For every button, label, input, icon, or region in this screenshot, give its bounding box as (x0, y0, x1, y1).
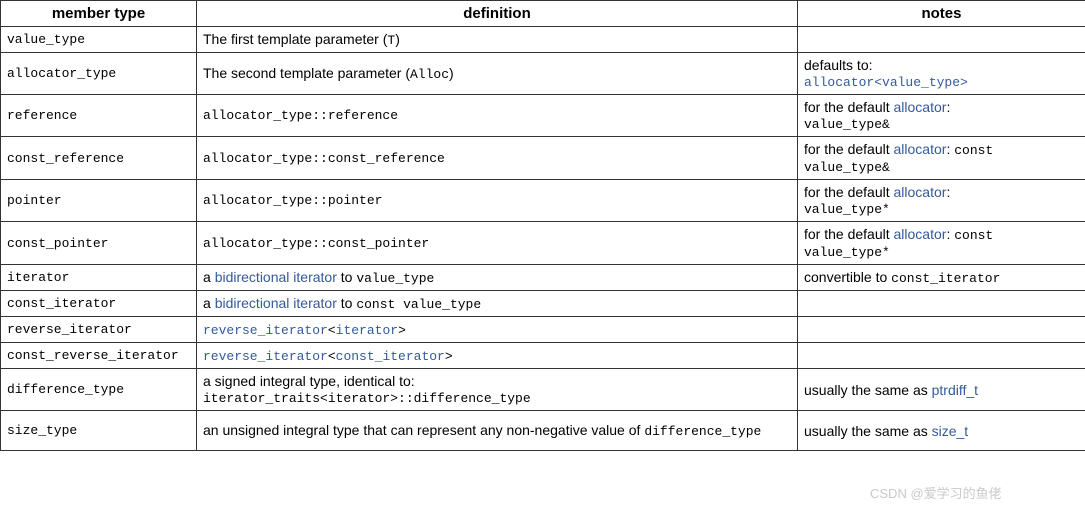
member-definition: reverse_iterator<iterator> (197, 317, 798, 343)
table-row: pointer allocator_type::pointer for the … (1, 180, 1085, 222)
member-notes: usually the same as ptrdiff_t (798, 369, 1085, 411)
member-definition: reverse_iterator<const_iterator> (197, 343, 798, 369)
member-definition: allocator_type::reference (197, 95, 798, 137)
table-row: allocator_type The second template param… (1, 53, 1085, 95)
member-notes: convertible to const_iterator (798, 265, 1085, 291)
member-definition: a signed integral type, identical to:ite… (197, 369, 798, 411)
member-name: const_reference (1, 137, 197, 180)
member-notes: for the default allocator:value_type& (798, 95, 1085, 137)
header-member-type: member type (1, 1, 197, 27)
table-row: value_type The first template parameter … (1, 27, 1085, 53)
member-name: size_type (1, 411, 197, 451)
table-row: const_reference allocator_type::const_re… (1, 137, 1085, 180)
watermark: CSDN @爱学习的鱼佬 (870, 483, 1002, 502)
member-definition: allocator_type::pointer (197, 180, 798, 222)
member-notes (798, 27, 1085, 53)
table-header-row: member type definition notes (1, 1, 1085, 27)
member-definition: an unsigned integral type that can repre… (197, 411, 798, 451)
member-name: value_type (1, 27, 197, 53)
table-row: iterator a bidirectional iterator to val… (1, 265, 1085, 291)
table-row: reverse_iterator reverse_iterator<iterat… (1, 317, 1085, 343)
member-name: reverse_iterator (1, 317, 197, 343)
member-name: allocator_type (1, 53, 197, 95)
member-notes (798, 291, 1085, 317)
member-definition: allocator_type::const_pointer (197, 222, 798, 265)
member-types-table: member type definition notes value_type … (0, 0, 1085, 451)
member-notes: defaults to:allocator<value_type> (798, 53, 1085, 95)
member-notes: for the default allocator: const value_t… (798, 137, 1085, 180)
table-row: const_pointer allocator_type::const_poin… (1, 222, 1085, 265)
member-name: const_iterator (1, 291, 197, 317)
header-definition: definition (197, 1, 798, 27)
member-definition: The second template parameter (Alloc) (197, 53, 798, 95)
member-definition: a bidirectional iterator to const value_… (197, 291, 798, 317)
member-definition: a bidirectional iterator to value_type (197, 265, 798, 291)
member-name: const_pointer (1, 222, 197, 265)
member-name: pointer (1, 180, 197, 222)
member-name: difference_type (1, 369, 197, 411)
member-definition: The first template parameter (T) (197, 27, 798, 53)
header-notes: notes (798, 1, 1085, 27)
member-name: reference (1, 95, 197, 137)
table-row: const_reverse_iterator reverse_iterator<… (1, 343, 1085, 369)
table-row: size_type an unsigned integral type that… (1, 411, 1085, 451)
member-notes (798, 317, 1085, 343)
table-row: const_iterator a bidirectional iterator … (1, 291, 1085, 317)
table-row: reference allocator_type::reference for … (1, 95, 1085, 137)
member-notes: usually the same as size_t (798, 411, 1085, 451)
member-definition: allocator_type::const_reference (197, 137, 798, 180)
member-notes (798, 343, 1085, 369)
member-notes: for the default allocator:value_type* (798, 180, 1085, 222)
table-row: difference_type a signed integral type, … (1, 369, 1085, 411)
member-name: iterator (1, 265, 197, 291)
member-notes: for the default allocator: const value_t… (798, 222, 1085, 265)
member-name: const_reverse_iterator (1, 343, 197, 369)
